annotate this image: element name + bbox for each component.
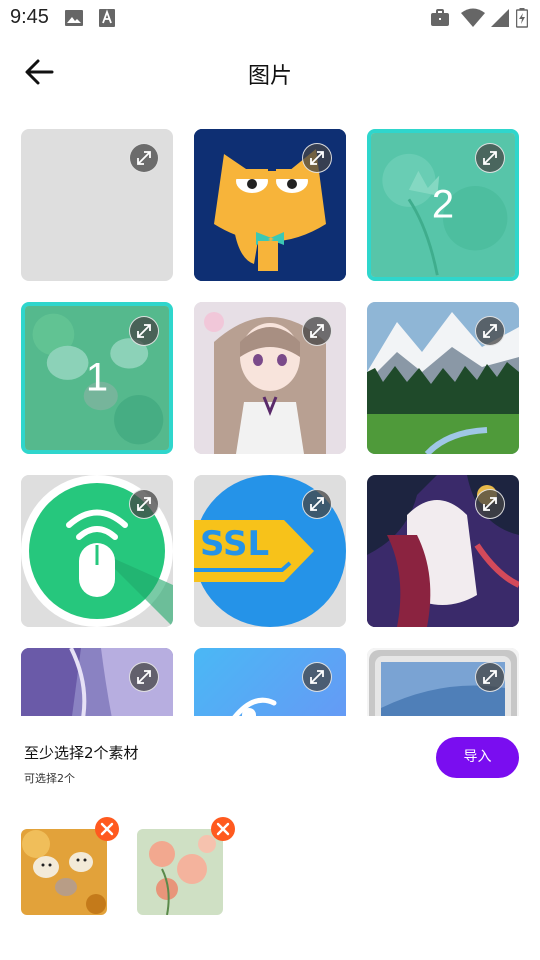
image-tile[interactable] xyxy=(21,129,173,281)
image-tile-selected[interactable]: 2 xyxy=(367,129,519,281)
cartoon-cats-thumbnail xyxy=(21,829,107,915)
expand-preview-button[interactable] xyxy=(129,489,159,519)
selected-item-thumbnail[interactable] xyxy=(21,829,107,915)
expand-preview-button[interactable] xyxy=(302,143,332,173)
image-tile[interactable]: SSL xyxy=(194,475,346,627)
image-tile[interactable] xyxy=(21,648,173,716)
expand-icon xyxy=(310,324,324,338)
expand-icon xyxy=(483,151,497,165)
flower-photo-thumbnail xyxy=(137,829,223,915)
expand-icon xyxy=(310,497,324,511)
expand-icon xyxy=(137,670,151,684)
image-tile[interactable] xyxy=(367,648,519,716)
expand-icon xyxy=(483,324,497,338)
expand-preview-button[interactable] xyxy=(302,316,332,346)
image-tile[interactable] xyxy=(367,302,519,454)
expand-preview-button[interactable] xyxy=(302,489,332,519)
expand-preview-button[interactable] xyxy=(475,662,505,692)
expand-preview-button[interactable] xyxy=(475,489,505,519)
selection-panel: 至少选择2个素材 可选择2个 导入 xyxy=(0,716,540,960)
expand-icon xyxy=(137,497,151,511)
selection-number: 2 xyxy=(431,182,455,227)
expand-preview-button[interactable] xyxy=(302,662,332,692)
expand-icon xyxy=(137,324,151,338)
image-tile[interactable] xyxy=(21,475,173,627)
expand-preview-button[interactable] xyxy=(129,316,159,346)
remove-selected-button[interactable] xyxy=(211,817,235,841)
image-tile[interactable] xyxy=(194,302,346,454)
image-tile-selected[interactable]: 1 xyxy=(21,302,173,454)
expand-icon xyxy=(310,670,324,684)
expand-preview-button[interactable] xyxy=(475,316,505,346)
close-icon xyxy=(100,822,114,836)
selected-item-thumbnail[interactable] xyxy=(137,829,223,915)
expand-icon xyxy=(137,151,151,165)
svg-text:SSL: SSL xyxy=(200,524,269,564)
image-tile[interactable] xyxy=(194,129,346,281)
expand-icon xyxy=(483,497,497,511)
import-button[interactable]: 导入 xyxy=(436,737,519,778)
image-grid: 2 1 SSL xyxy=(0,0,540,716)
expand-icon xyxy=(310,151,324,165)
image-tile[interactable] xyxy=(367,475,519,627)
selection-hint: 至少选择2个素材 xyxy=(24,744,139,762)
expand-preview-button[interactable] xyxy=(129,662,159,692)
close-icon xyxy=(216,822,230,836)
remove-selected-button[interactable] xyxy=(95,817,119,841)
selection-number: 1 xyxy=(85,355,109,400)
selection-limit-hint: 可选择2个 xyxy=(24,772,75,785)
expand-icon xyxy=(483,670,497,684)
expand-preview-button[interactable] xyxy=(129,143,159,173)
image-tile[interactable] xyxy=(194,648,346,716)
expand-preview-button[interactable] xyxy=(475,143,505,173)
